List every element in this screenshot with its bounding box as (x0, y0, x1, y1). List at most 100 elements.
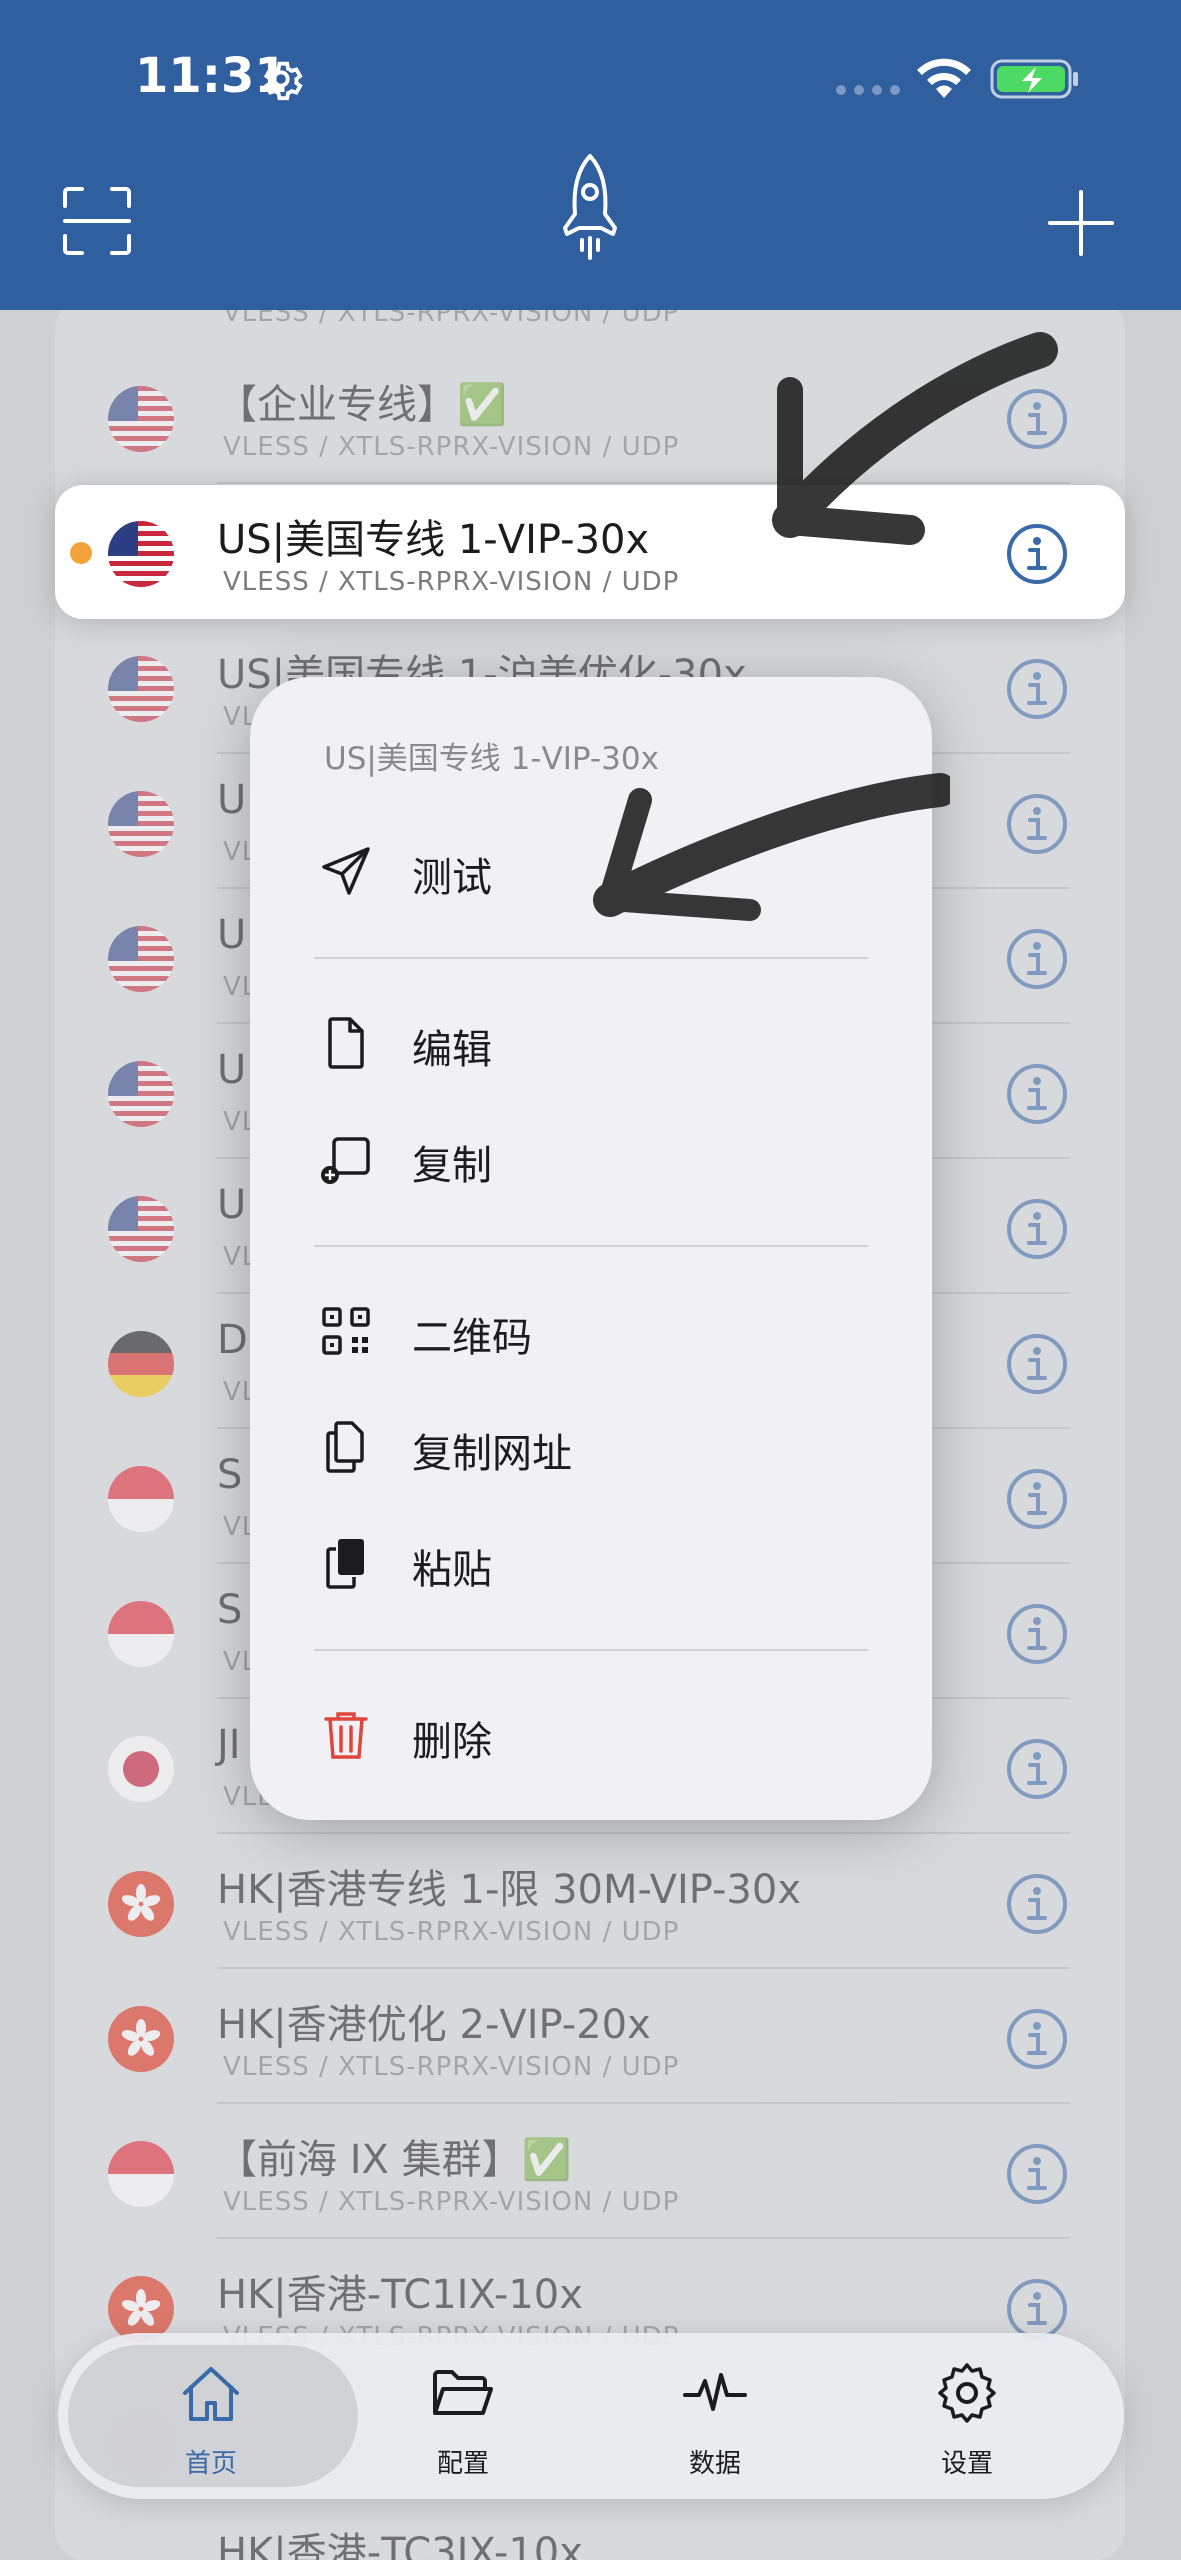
menu-item-qrcode[interactable]: 二维码 (250, 1277, 932, 1387)
row-separator (217, 2102, 1070, 2104)
app-screen: { "status_bar": {"time": "11:31"}, "serv… (0, 0, 1181, 2560)
tab-label: 配置 (436, 2449, 489, 2479)
row-separator (217, 482, 1070, 484)
menu-item-label: 复制 (412, 1143, 492, 1189)
us-flag-icon (108, 791, 174, 857)
menu-separator (314, 1649, 868, 1651)
info-icon[interactable] (1005, 2007, 1069, 2071)
us-flag-icon (108, 1196, 174, 1262)
send-icon (322, 847, 370, 895)
gear-icon (938, 2363, 996, 2423)
menu-item-label: 复制网址 (412, 1431, 572, 1477)
menu-item-label: 二维码 (412, 1315, 532, 1361)
us-flag-icon (108, 1061, 174, 1127)
document-icon (328, 1017, 364, 1069)
home-icon (183, 2367, 239, 2421)
tab-label: 设置 (940, 2449, 993, 2479)
copy-document-icon (326, 1421, 364, 1473)
jp-flag-icon (108, 1736, 174, 1802)
row-separator (217, 1967, 1070, 1969)
info-icon[interactable] (1005, 387, 1069, 451)
server-row-title: HK|香港-TC1IX-10x (217, 2272, 583, 2318)
context-menu-items: 测试 编辑 复制 二维码 复制网址 粘贴 删除 (250, 677, 932, 1820)
row-separator (217, 2237, 1070, 2239)
menu-item-label: 测试 (412, 855, 492, 901)
server-row-title: U (217, 1182, 247, 1228)
tab-home[interactable]: 首页 (131, 2351, 291, 2481)
server-row-subtitle: VLESS / XTLS-RPRX-VISION / UDP (223, 1917, 680, 1947)
row-separator (217, 1832, 1070, 1834)
scan-qr-icon[interactable] (62, 186, 132, 256)
signal-dots-icon (836, 85, 900, 95)
us-flag-icon (108, 386, 174, 452)
info-icon[interactable] (1005, 1602, 1069, 1666)
info-icon[interactable] (1005, 1197, 1069, 1261)
server-row-title: S (217, 1452, 243, 1498)
server-row-subtitle: VLESS / XTLS-RPRX-VISION / UDP (223, 567, 680, 597)
server-row-title: 【前海 IX 集群】✅ (217, 2137, 572, 2183)
server-row-title: 【企业专线】✅ (217, 382, 507, 428)
info-icon[interactable] (1005, 1062, 1069, 1126)
info-icon[interactable] (1005, 2277, 1069, 2341)
server-row-subtitle: VLESS / XTLS-RPRX-VISION / UDP (223, 432, 680, 462)
server-row[interactable]: 【企业专线】✅ VLESS / XTLS-RPRX-VISION / UDP (55, 350, 1125, 484)
menu-item-delete[interactable]: 删除 (250, 1681, 932, 1791)
info-icon[interactable] (1005, 1737, 1069, 1801)
us-flag-icon (108, 656, 174, 722)
menu-item-copy[interactable]: 复制 (250, 1105, 932, 1215)
server-row[interactable]: HK|香港专线 1-限 30M-VIP-30x VLESS / XTLS-RPR… (55, 1835, 1125, 1969)
rocket-logo-icon (563, 154, 617, 260)
info-icon[interactable] (1005, 2142, 1069, 2206)
tab-bar: 首页 配置 数据 设置 (58, 2333, 1124, 2499)
qrcode-icon (322, 1307, 370, 1355)
tab-config[interactable]: 配置 (383, 2351, 543, 2481)
server-row-title: JI (217, 1722, 241, 1768)
info-icon[interactable] (1005, 1872, 1069, 1936)
menu-separator (314, 957, 868, 959)
de-flag-icon (108, 1331, 174, 1397)
hk-flag-icon (108, 2006, 174, 2072)
duplicate-icon (321, 1137, 370, 1184)
tab-label: 首页 (184, 2449, 237, 2479)
server-row-title: HK|香港-TC3IX-10x (217, 2530, 583, 2560)
add-server-button[interactable] (1046, 188, 1116, 258)
info-icon[interactable] (1005, 792, 1069, 856)
server-row-title: US|美国专线 1-VIP-30x (217, 517, 650, 563)
tab-settings[interactable]: 设置 (887, 2351, 1047, 2481)
menu-item-test[interactable]: 测试 (250, 817, 932, 927)
tab-label: 数据 (688, 2449, 741, 2479)
wifi-icon (917, 58, 971, 98)
server-row-title: D (217, 1317, 248, 1363)
menu-item-paste[interactable]: 粘贴 (250, 1509, 932, 1619)
menu-item-label: 粘贴 (412, 1547, 492, 1593)
server-row-subtitle: VLESS / XTLS-RPRX-VISION / UDP (223, 2052, 680, 2082)
server-row-title: U (217, 777, 247, 823)
trash-icon (324, 1712, 368, 1759)
server-row[interactable]: 【前海 IX 集群】✅ VLESS / XTLS-RPRX-VISION / U… (55, 2105, 1125, 2239)
sg-flag-icon (108, 2141, 174, 2207)
server-row[interactable]: HK|香港优化 2-VIP-20x VLESS / XTLS-RPRX-VISI… (55, 1970, 1125, 2104)
menu-item-label: 删除 (412, 1719, 492, 1765)
menu-separator (314, 1245, 868, 1247)
info-icon[interactable] (1005, 1332, 1069, 1396)
info-icon[interactable] (1005, 522, 1069, 586)
server-row-title: S (217, 1587, 243, 1633)
info-icon[interactable] (1005, 657, 1069, 721)
menu-item-edit[interactable]: 编辑 (250, 989, 932, 1099)
battery-charging-icon (990, 59, 1078, 99)
selected-indicator (70, 542, 92, 564)
sg-flag-icon (108, 1466, 174, 1532)
tab-data[interactable]: 数据 (635, 2351, 795, 2481)
us-flag-icon (108, 521, 174, 587)
info-icon[interactable] (1005, 927, 1069, 991)
server-row-title: U (217, 1047, 247, 1093)
menu-item-copy-url[interactable]: 复制网址 (250, 1393, 932, 1503)
menu-item-label: 编辑 (412, 1027, 492, 1073)
server-row-selected[interactable]: US|美国专线 1-VIP-30x VLESS / XTLS-RPRX-VISI… (55, 485, 1125, 619)
us-flag-icon (108, 926, 174, 992)
navigation-header: 11:31 (0, 0, 1181, 310)
status-gear-icon (263, 61, 303, 101)
server-row-subtitle: VLESS / XTLS-RPRX-VISION / UDP (223, 2187, 680, 2217)
hk-flag-icon (108, 1871, 174, 1937)
info-icon[interactable] (1005, 1467, 1069, 1531)
